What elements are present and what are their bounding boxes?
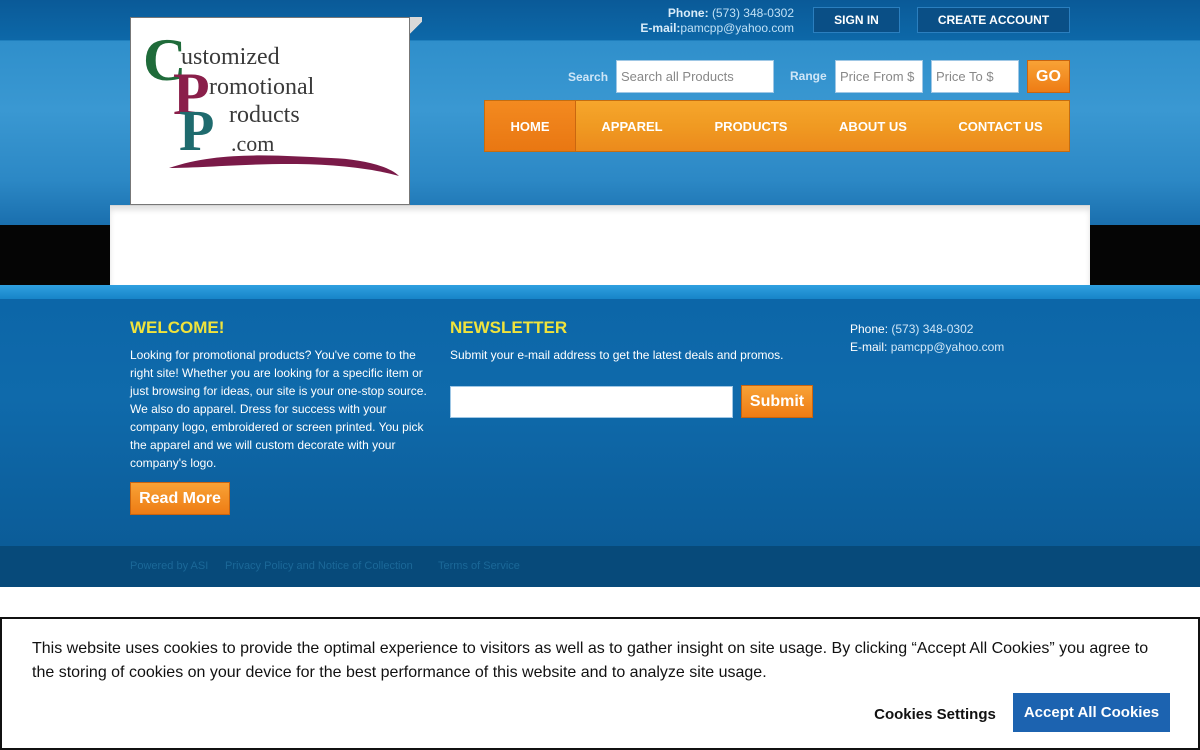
site-logo[interactable]: C P P ustomized romotional roducts .com [130, 17, 410, 205]
go-button[interactable]: GO [1027, 60, 1070, 93]
banner-panel [110, 205, 1090, 285]
footer-contact: Phone: (573) 348-0302 E-mail: pamcpp@yah… [850, 320, 1004, 356]
welcome-text: Looking for promotional products? You've… [130, 348, 427, 470]
cookie-settings-button[interactable]: Cookies Settings [868, 699, 1002, 729]
logo-initial-p2: P [179, 98, 214, 163]
create-account-button[interactable]: CREATE ACCOUNT [917, 7, 1070, 33]
newsletter-text: Submit your e-mail address to get the la… [450, 348, 784, 362]
phone-value: (573) 348-0302 [711, 6, 794, 20]
logo-graphic: C P P ustomized romotional roducts .com [143, 27, 399, 176]
terms-link[interactable]: Terms of Service [438, 560, 520, 572]
search-input[interactable] [616, 60, 774, 93]
newsletter-submit-button[interactable]: Submit [741, 385, 813, 418]
footer-email-link[interactable]: pamcpp@yahoo.com [891, 340, 1005, 354]
range-label: Range [790, 69, 827, 83]
divider-line [0, 285, 1200, 299]
newsletter-title: NEWSLETTER [450, 318, 568, 337]
logo-line-2: romotional [209, 74, 315, 100]
nav-item-contact-us[interactable]: CONTACT US [932, 101, 1069, 151]
header-contact: Phone: (573) 348-0302 E-mail:pamcpp@yaho… [560, 6, 794, 36]
cookie-text: This website uses cookies to provide the… [32, 640, 1149, 681]
logo-line-1: ustomized [181, 44, 280, 70]
logo-line-4: .com [231, 131, 274, 156]
footer-phone-value: (573) 348-0302 [891, 322, 974, 336]
welcome-title: WELCOME! [130, 318, 225, 337]
nav-item-about-us[interactable]: ABOUT US [814, 101, 932, 151]
powered-by-link[interactable]: Powered by ASI [130, 560, 208, 572]
privacy-policy-link[interactable]: Privacy Policy and Notice of Collection [225, 560, 413, 572]
price-to-input[interactable] [931, 60, 1019, 93]
page: Phone: (573) 348-0302 E-mail:pamcpp@yaho… [0, 0, 1200, 750]
newsletter-email-input[interactable] [450, 386, 733, 418]
main-nav: HOME APPAREL PRODUCTS ABOUT US CONTACT U… [484, 100, 1070, 152]
logo-fold [410, 17, 422, 39]
sign-in-button[interactable]: SIGN IN [813, 7, 900, 33]
footer-email-label: E-mail: [850, 340, 888, 354]
accept-all-cookies-button[interactable]: Accept All Cookies [1013, 693, 1170, 732]
cookie-banner: This website uses cookies to provide the… [0, 617, 1200, 750]
email-link[interactable]: pamcpp@yahoo.com [680, 21, 794, 35]
logo-line-3: roducts [229, 102, 300, 128]
search-label: Search [568, 70, 609, 84]
nav-item-products[interactable]: PRODUCTS [688, 101, 814, 151]
footer-phone-label: Phone: [850, 322, 889, 336]
nav-item-apparel[interactable]: APPAREL [576, 101, 688, 151]
price-from-input[interactable] [835, 60, 923, 93]
nav-item-home[interactable]: HOME [485, 101, 576, 151]
email-label: E-mail: [640, 21, 681, 35]
read-more-button[interactable]: Read More [130, 482, 230, 515]
phone-label: Phone: [667, 6, 709, 20]
